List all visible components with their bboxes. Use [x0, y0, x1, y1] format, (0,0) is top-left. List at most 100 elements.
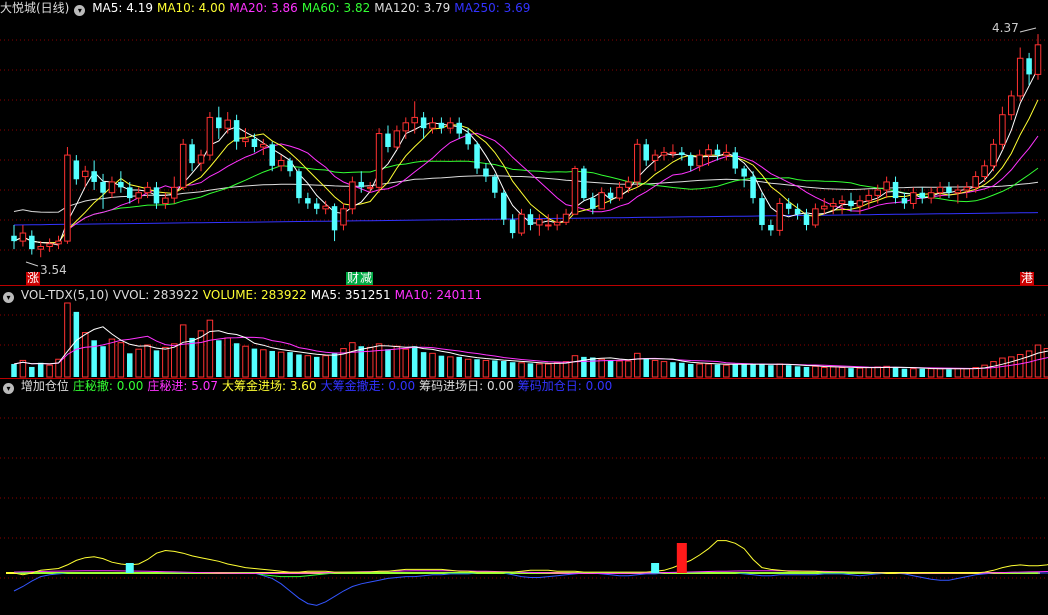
volume-bar: [919, 368, 926, 377]
volume-bar: [750, 363, 756, 377]
signal-cyan-bar: [125, 563, 134, 573]
candle-body: [393, 130, 401, 148]
candle-body: [189, 144, 195, 164]
candle-body: [705, 149, 712, 156]
volume-bar: [358, 346, 365, 377]
candle-body: [509, 219, 516, 234]
candle-body: [590, 198, 596, 209]
candle-body: [438, 122, 445, 129]
marker-middle[interactable]: 财: [346, 272, 361, 285]
candle-body: [1016, 57, 1024, 97]
volume-bar: [100, 346, 106, 377]
volume-bar: [1008, 356, 1015, 378]
stock-title: 大悦城(日线): [0, 1, 70, 15]
indicator-value: MA5: 4.19: [92, 1, 153, 15]
candle-body: [411, 116, 418, 124]
volume-bar: [536, 363, 543, 378]
candle-body: [179, 143, 187, 188]
marker-middle2[interactable]: 减: [359, 272, 374, 285]
candle-body: [1034, 44, 1042, 75]
volume-bar: [705, 363, 712, 378]
volume-bar: [269, 350, 275, 377]
candle-body: [598, 192, 605, 210]
candle-body: [269, 144, 275, 166]
candle-body: [768, 224, 774, 231]
volume-bar: [492, 360, 498, 377]
candle-body: [616, 186, 623, 199]
volume-bar: [456, 356, 462, 377]
volume-bar: [11, 363, 17, 377]
candle-body: [483, 168, 489, 177]
indicator-panel[interactable]: ▾ 增加仓位 庄秘撤: 0.00 庄秘进: 5.07 大筹金进场: 3.60 大筹金撤走…: [0, 378, 1048, 615]
candle-body: [607, 192, 614, 199]
candle-body: [883, 181, 890, 191]
candle-body: [465, 133, 471, 145]
volume-bar: [216, 340, 222, 377]
volume-panel-header: ▾ VOL-TDX(5,10) VVOL: 283922 VOLUME: 28392…: [0, 287, 486, 303]
candle-body: [981, 165, 988, 178]
price-panel[interactable]: 大悦城(日线) ▾ MA5: 4.19 MA10: 4.00 MA20: 3.86 MA…: [0, 0, 1048, 285]
candle-body: [910, 192, 917, 204]
volume-bar: [1016, 354, 1024, 378]
volume-bar: [64, 302, 71, 378]
yellow-indicator-line: [13, 540, 1048, 576]
candle-body: [1008, 95, 1015, 116]
volume-bar: [829, 366, 837, 378]
volume-bar: [233, 343, 240, 377]
candle-body: [803, 214, 810, 225]
candle-body: [19, 232, 27, 242]
volume-bar: [420, 352, 427, 377]
candle-body: [946, 187, 952, 193]
volume-bar: [29, 366, 35, 377]
volume-bar: [277, 351, 285, 378]
volume-bar: [474, 359, 480, 377]
candle-body: [474, 144, 480, 169]
indicator-value: VVOL: 283922: [112, 288, 199, 302]
volume-bar: [874, 366, 881, 378]
volume-bar: [607, 360, 614, 377]
candle-body: [260, 143, 267, 148]
chevron-down-icon[interactable]: ▾: [3, 383, 14, 394]
volume-bar: [206, 319, 214, 378]
chevron-down-icon[interactable]: ▾: [3, 292, 14, 303]
volume-bar: [179, 324, 187, 378]
volume-bar: [144, 344, 151, 378]
candle-body: [197, 154, 205, 164]
candle-body: [821, 205, 828, 210]
candle-body: [55, 240, 62, 245]
candle-body: [527, 214, 534, 225]
volume-bar: [562, 361, 570, 378]
indicator-value: 大筹金进场: 3.60: [222, 379, 317, 393]
chevron-down-icon[interactable]: ▾: [74, 5, 86, 16]
volume-bar: [714, 364, 721, 377]
marker-right[interactable]: 港: [1020, 272, 1035, 285]
candle-body: [990, 143, 997, 167]
volume-bar: [73, 311, 80, 377]
candle-body: [723, 151, 730, 156]
candle-body: [429, 122, 436, 129]
candle-body: [545, 224, 552, 227]
candle-body: [829, 202, 837, 207]
candle-body: [812, 208, 819, 226]
candle-body: [1026, 58, 1032, 75]
candle-body: [919, 192, 926, 199]
volume-bar: [1043, 348, 1048, 378]
marker-left[interactable]: 涨: [26, 272, 41, 285]
volume-panel[interactable]: ▾ VOL-TDX(5,10) VVOL: 283922 VOLUME: 28392…: [0, 285, 1048, 378]
volume-bar: [634, 352, 641, 378]
volume-bar: [304, 355, 312, 378]
volume-bar: [331, 353, 338, 377]
candle-body: [785, 203, 792, 209]
volume-bar: [865, 367, 873, 378]
volume-bar: [287, 352, 293, 377]
volume-bar: [260, 349, 267, 378]
candle-body: [402, 122, 410, 132]
candle-body: [892, 181, 899, 199]
indicator-chart[interactable]: [0, 378, 1048, 615]
candle-body: [447, 122, 454, 129]
candle-body: [81, 170, 89, 178]
volume-bar: [242, 345, 249, 378]
candle-body: [927, 192, 935, 199]
candlestick-chart[interactable]: [0, 0, 1048, 285]
candle-body: [91, 171, 97, 182]
